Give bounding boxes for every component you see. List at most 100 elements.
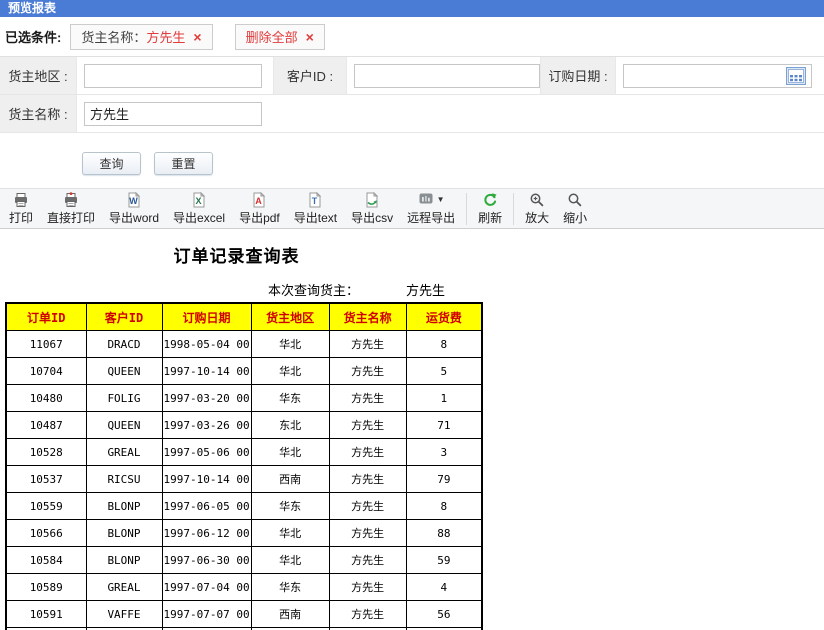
order-date-zone: [616, 64, 824, 88]
export-text-button[interactable]: T 导出text: [287, 189, 344, 228]
table-cell: 方先生: [329, 439, 406, 466]
filter-chip[interactable]: 删除全部 ×: [235, 24, 325, 50]
export-word-label: 导出word: [109, 209, 159, 226]
shipper-name-input[interactable]: [84, 102, 262, 126]
table-cell: 10559: [6, 493, 86, 520]
table-cell: BLONP: [86, 520, 162, 547]
table-cell: 4: [406, 574, 482, 601]
reset-button[interactable]: 重置: [154, 152, 213, 175]
table-cell: 8: [406, 493, 482, 520]
chip-text-group: 货主名称：方先生: [81, 27, 185, 46]
header-order-id: 订单ID: [6, 303, 86, 331]
filter-row-2: 货主名称 :: [0, 95, 824, 133]
region-input[interactable]: [84, 64, 262, 88]
zoom-in-button[interactable]: 放大: [518, 189, 556, 228]
word-file-icon: W: [126, 191, 142, 208]
table-row: 11067DRACD1998-05-04 00华北方先生8: [6, 331, 482, 358]
table-cell: VAFFE: [86, 601, 162, 628]
table-header-row: 订单ID 客户ID 订购日期 货主地区 货主名称 运货费: [6, 303, 482, 331]
customer-id-zone: [347, 64, 540, 88]
table-row: 10704QUEEN1997-10-14 00华北方先生5: [6, 358, 482, 385]
toolbar-separator: [466, 193, 467, 225]
close-icon[interactable]: ×: [193, 30, 201, 44]
close-icon[interactable]: ×: [306, 30, 314, 44]
table-cell: 1: [406, 385, 482, 412]
table-row: 10584BLONP1997-06-30 00华北方先生59: [6, 547, 482, 574]
table-cell: 1997-05-06 00: [162, 439, 251, 466]
report-title: 订单记录查询表: [5, 242, 468, 267]
table-cell: 西南: [251, 601, 329, 628]
toolbar: 打印 直接打印 W: [0, 188, 824, 229]
export-text-label: 导出text: [294, 209, 337, 226]
table-cell: BLONP: [86, 547, 162, 574]
table-cell: 方先生: [329, 520, 406, 547]
zoom-out-button[interactable]: 缩小: [556, 189, 594, 228]
refresh-icon: [482, 191, 498, 208]
table-cell: QUEEN: [86, 358, 162, 385]
report-area: 订单记录查询表 本次查询货主： 方先生 订单ID 客户ID 订购日期 货主地区 …: [0, 229, 824, 630]
table-row: 10591VAFFE1997-07-07 00西南方先生56: [6, 601, 482, 628]
table-cell: 10591: [6, 601, 86, 628]
table-cell: 8: [406, 331, 482, 358]
table-cell: 1997-10-14 00: [162, 466, 251, 493]
calendar-icon[interactable]: [786, 67, 806, 85]
table-cell: 西南: [251, 466, 329, 493]
svg-text:A: A: [256, 196, 263, 206]
export-pdf-label: 导出pdf: [239, 209, 280, 226]
titlebar: 预览报表: [0, 0, 824, 17]
table-cell: 华北: [251, 547, 329, 574]
refresh-label: 刷新: [478, 209, 502, 226]
direct-print-label: 直接打印: [47, 209, 95, 226]
table-cell: 华北: [251, 331, 329, 358]
table-row: 10559BLONP1997-06-05 00华东方先生8: [6, 493, 482, 520]
refresh-button[interactable]: 刷新: [471, 189, 509, 228]
export-word-button[interactable]: W 导出word: [102, 189, 166, 228]
direct-print-button[interactable]: 直接打印: [40, 189, 102, 228]
table-cell: BLONP: [86, 493, 162, 520]
header-shipper-name: 货主名称: [329, 303, 406, 331]
remote-export-button[interactable]: ▼ 远程导出: [400, 189, 462, 228]
print-button[interactable]: 打印: [2, 189, 40, 228]
query-button[interactable]: 查询: [82, 152, 141, 175]
export-pdf-button[interactable]: A 导出pdf: [232, 189, 287, 228]
table-cell: 方先生: [329, 412, 406, 439]
export-excel-button[interactable]: X 导出excel: [166, 189, 232, 228]
selected-conditions-row: 已选条件: 货主名称：方先生 × 删除全部 ×: [0, 17, 824, 56]
region-label: 货主地区 :: [0, 57, 77, 94]
export-csv-label: 导出csv: [351, 209, 393, 226]
filter-chip[interactable]: 货主名称：方先生 ×: [70, 24, 212, 50]
export-excel-label: 导出excel: [173, 209, 225, 226]
text-file-icon: T: [307, 191, 323, 208]
table-cell: 1997-06-05 00: [162, 493, 251, 520]
print-label: 打印: [9, 209, 33, 226]
customer-id-input[interactable]: [354, 64, 540, 88]
table-cell: QUEEN: [86, 412, 162, 439]
chevron-down-icon: ▼: [437, 195, 445, 204]
table-row: 10537RICSU1997-10-14 00西南方先生79: [6, 466, 482, 493]
table-cell: 3: [406, 439, 482, 466]
table-cell: 10528: [6, 439, 86, 466]
chip-text-group: 删除全部: [246, 27, 298, 46]
export-csv-button[interactable]: 导出csv: [344, 189, 400, 228]
table-cell: 东北: [251, 412, 329, 439]
toolbar-separator: [513, 193, 514, 225]
table-cell: 1997-03-20 00: [162, 385, 251, 412]
table-row: 10487QUEEN1997-03-26 00东北方先生71: [6, 412, 482, 439]
remote-export-label: 远程导出: [407, 209, 455, 226]
excel-file-icon: X: [191, 191, 207, 208]
customer-id-label: 客户ID :: [273, 57, 347, 94]
table-cell: 10537: [6, 466, 86, 493]
query-shipper-label: 本次查询货主：: [268, 280, 359, 299]
table-row: 10566BLONP1997-06-12 00华北方先生88: [6, 520, 482, 547]
order-date-input[interactable]: [623, 64, 812, 88]
table-row: 10589GREAL1997-07-04 00华东方先生4: [6, 574, 482, 601]
table-cell: 10584: [6, 547, 86, 574]
table-cell: 10589: [6, 574, 86, 601]
direct-printer-icon: [63, 191, 79, 208]
svg-text:W: W: [129, 196, 138, 206]
table-cell: 华东: [251, 574, 329, 601]
query-shipper-value: 方先生: [406, 280, 445, 299]
header-freight: 运货费: [406, 303, 482, 331]
table-cell: 方先生: [329, 547, 406, 574]
table-cell: 11067: [6, 331, 86, 358]
